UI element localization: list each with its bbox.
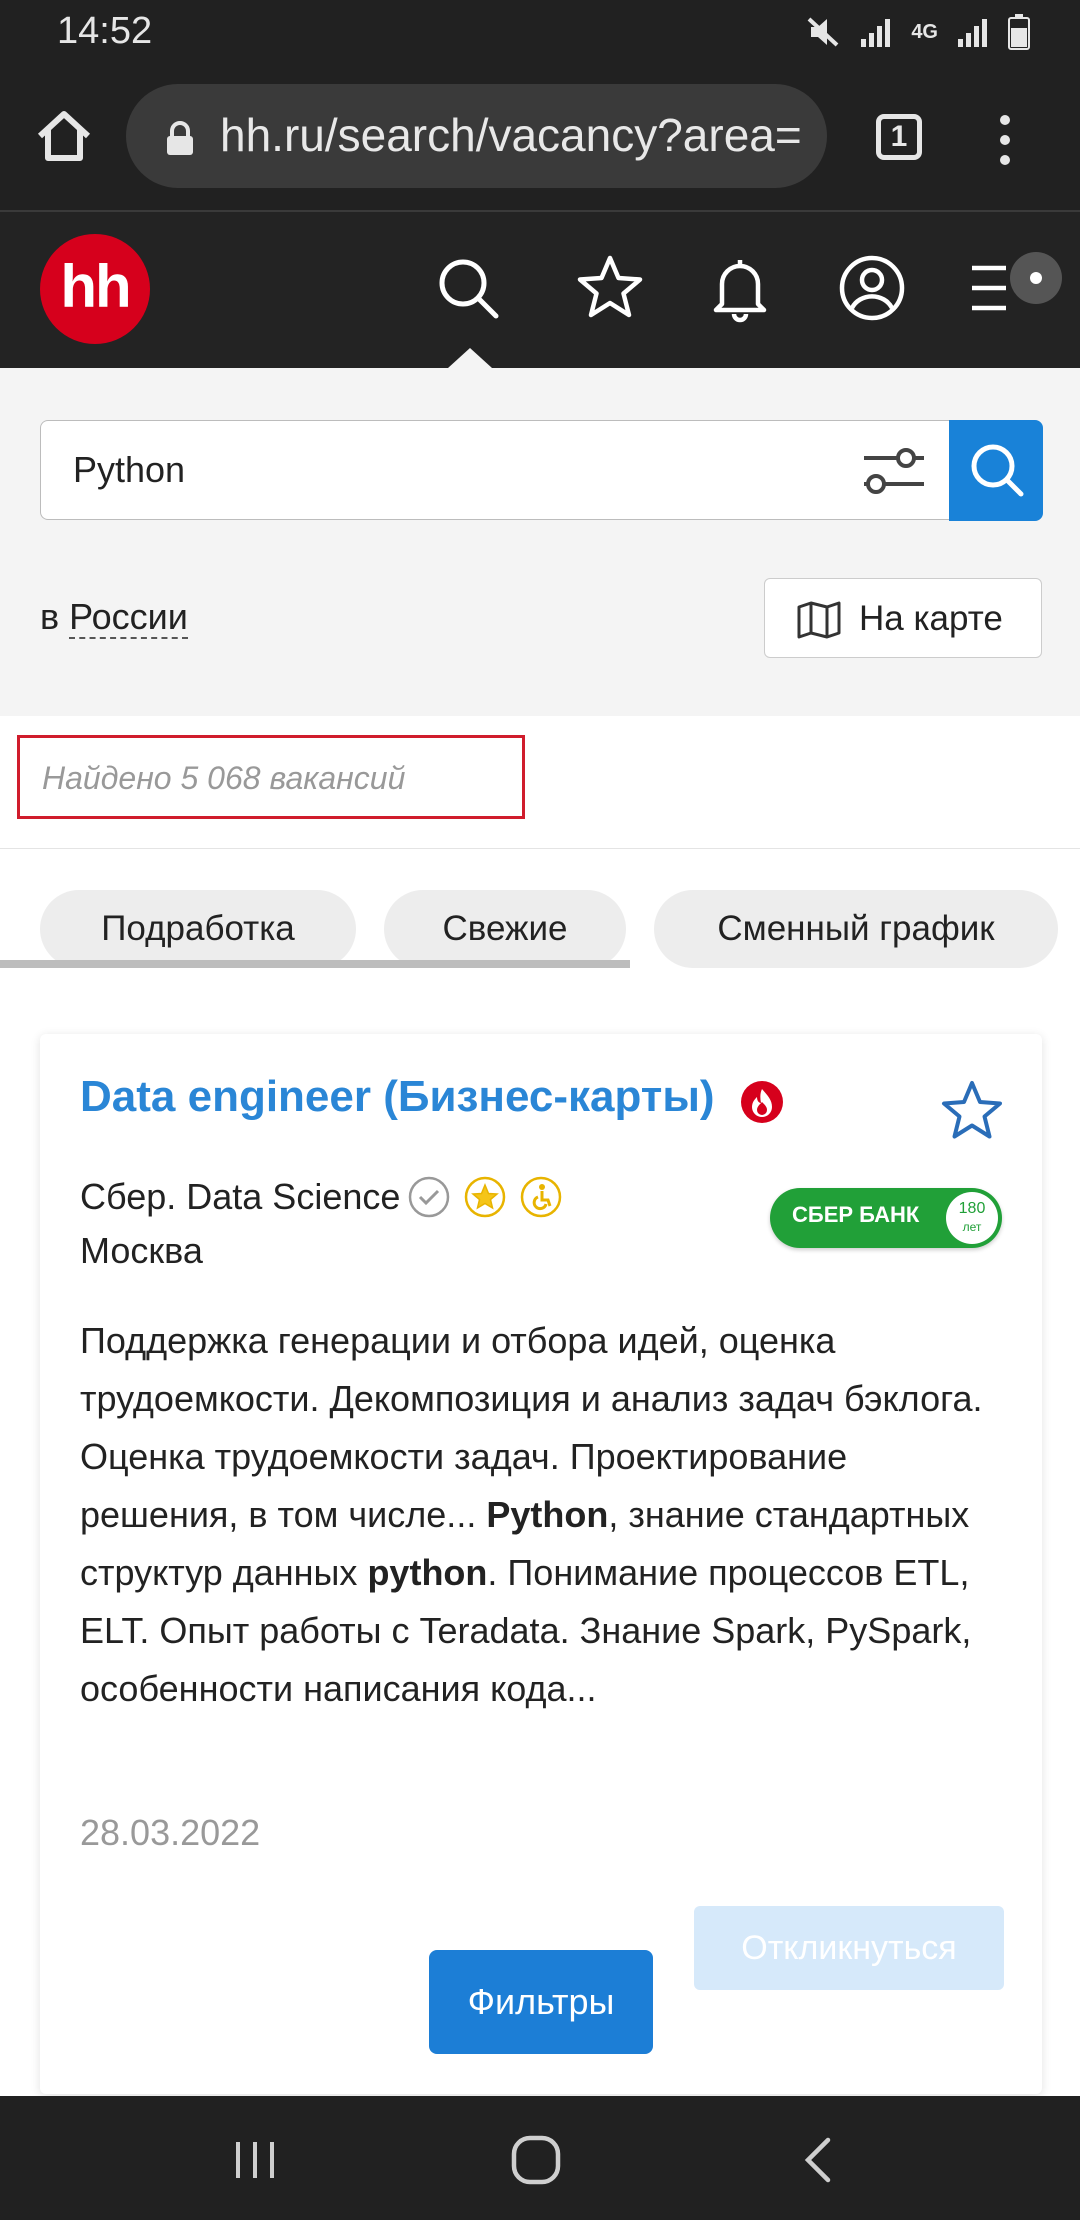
description-highlight: Python <box>486 1494 609 1535</box>
respond-button[interactable]: Откликнуться <box>694 1906 1004 1990</box>
vacancy-title-link[interactable]: Data engineer (Бизнес-карты) <box>80 1072 715 1122</box>
recent-apps-icon[interactable] <box>230 2138 280 2182</box>
mute-icon <box>807 17 839 47</box>
region-prefix: в <box>40 596 60 637</box>
system-navigation-bar <box>0 2096 1080 2220</box>
lock-icon <box>167 121 193 155</box>
search-filters-icon[interactable] <box>860 446 928 496</box>
logo-badge-word: лет <box>962 1220 982 1234</box>
url-text: hh.ru/search/vacancy?area= <box>220 109 802 161</box>
map-button-label: На карте <box>859 599 1003 638</box>
signal-2-icon <box>958 19 987 47</box>
vacancy-description: Поддержка генерации и отбора идей, оценк… <box>80 1312 1000 1718</box>
signal-icon <box>861 19 891 47</box>
search-panel: Python в России На карте <box>0 368 1080 716</box>
region-link[interactable]: России <box>69 596 188 639</box>
chips-scrollbar <box>0 960 630 968</box>
hot-vacancy-icon <box>741 1081 783 1123</box>
bell-icon[interactable] <box>704 252 776 324</box>
address-bar[interactable]: hh.ru/search/vacancy?area= <box>126 84 827 188</box>
verified-check-icon <box>408 1176 450 1218</box>
profile-icon[interactable] <box>836 252 908 324</box>
filters-button[interactable]: Фильтры <box>429 1950 653 2054</box>
status-bar: 14:52 4G <box>0 0 1080 62</box>
network-type: 4G <box>911 20 938 43</box>
region-selector: в России <box>40 596 188 639</box>
accessibility-badge-icon <box>520 1176 562 1218</box>
results-count: Найдено 5 068 вакансий <box>42 760 406 796</box>
status-icons: 4G <box>805 14 1030 50</box>
logo-badge-number: 180 <box>958 1200 986 1217</box>
hh-logo[interactable]: hh <box>40 234 150 344</box>
employer-logo-text: СБЕР БАНК <box>792 1202 920 1227</box>
search-button[interactable] <box>949 420 1043 521</box>
site-header: hh <box>0 212 1080 368</box>
search-icon <box>971 444 1024 497</box>
company-name[interactable]: Сбер. Data Science <box>80 1176 400 1218</box>
more-options-icon[interactable] <box>990 112 1020 168</box>
status-time: 14:52 <box>57 10 153 52</box>
favorites-star-icon[interactable] <box>574 252 646 324</box>
browser-toolbar: hh.ru/search/vacancy?area= 1 <box>0 62 1080 212</box>
company-badges <box>408 1176 562 1218</box>
results-count-highlight: Найдено 5 068 вакансий <box>17 735 525 819</box>
home-icon[interactable] <box>34 106 94 166</box>
employer-logo[interactable]: СБЕР БАНК 180 лет <box>770 1188 1002 1248</box>
battery-icon <box>1008 14 1030 50</box>
chip-part-time[interactable]: Подработка <box>40 890 356 968</box>
vacancy-card[interactable]: Data engineer (Бизнес-карты) Сбер. Data … <box>40 1034 1042 2094</box>
rating-star-badge-icon <box>464 1176 506 1218</box>
vacancy-city: Москва <box>80 1230 203 1271</box>
tabs-count-button[interactable]: 1 <box>876 114 922 160</box>
back-icon[interactable] <box>800 2136 834 2184</box>
chip-shift-schedule[interactable]: Сменный график <box>654 890 1058 968</box>
floating-dot-icon[interactable] <box>1010 252 1062 304</box>
favorite-star-icon[interactable] <box>940 1078 1004 1142</box>
map-icon <box>797 601 841 639</box>
chip-fresh[interactable]: Свежие <box>384 890 626 968</box>
search-input[interactable]: Python <box>40 420 950 520</box>
results-count-row: Найдено 5 068 вакансий <box>0 716 1080 849</box>
active-nav-indicator <box>448 348 492 368</box>
home-nav-icon[interactable] <box>510 2134 562 2186</box>
employer-logo-badge: 180 лет <box>946 1192 998 1244</box>
vacancy-date: 28.03.2022 <box>80 1812 261 1853</box>
map-button[interactable]: На карте <box>764 578 1042 658</box>
description-highlight: python <box>367 1552 488 1593</box>
search-icon[interactable] <box>432 252 504 324</box>
